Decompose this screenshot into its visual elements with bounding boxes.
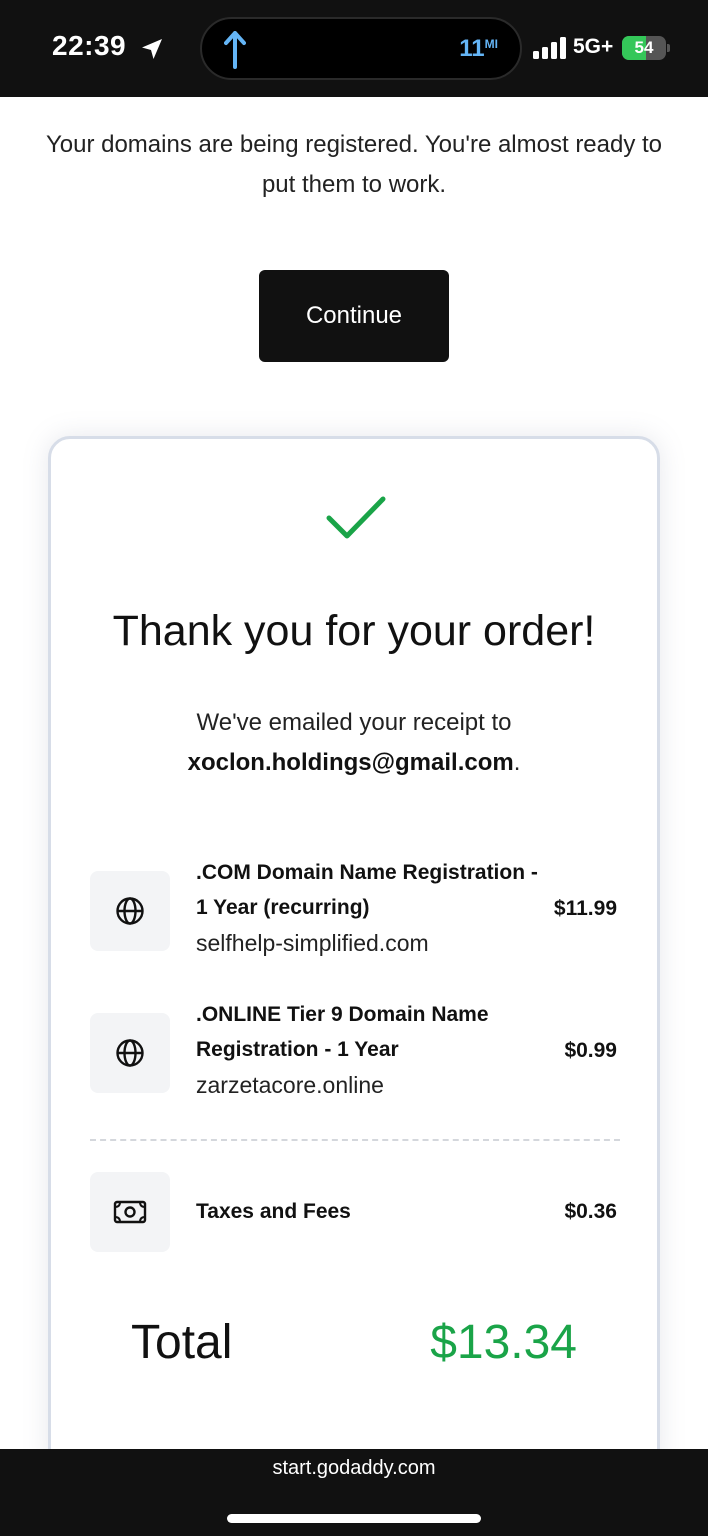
checkmark-icon bbox=[326, 496, 386, 539]
line-item-domain: selfhelp-simplified.com bbox=[196, 930, 429, 956]
thank-you-heading: Thank you for your order! bbox=[112, 607, 596, 655]
line-item-domain: zarzetacore.online bbox=[196, 1072, 384, 1098]
line-item-title: .ONLINE Tier 9 Domain Name Registration … bbox=[196, 997, 576, 1067]
battery-cap bbox=[667, 44, 670, 52]
network-type: 5G+ bbox=[573, 35, 614, 58]
receipt-text: We've emailed your receipt to bbox=[196, 709, 512, 736]
line-item-icon-box bbox=[90, 1172, 170, 1252]
receipt-email-suffix: . bbox=[513, 749, 521, 776]
continue-button[interactable]: Continue bbox=[259, 270, 449, 362]
battery-body: 54 bbox=[622, 36, 666, 60]
line-item-title-line2: Registration - 1 Year bbox=[196, 1038, 399, 1061]
taxes-fees-label: Taxes and Fees bbox=[196, 1200, 351, 1223]
line-item-icon-box bbox=[90, 871, 170, 951]
line-item-title-line2: 1 Year (recurring) bbox=[196, 896, 370, 919]
home-indicator[interactable] bbox=[227, 1514, 481, 1523]
dashed-divider bbox=[90, 1139, 620, 1141]
line-item-title-line1: .ONLINE Tier 9 Domain Name bbox=[196, 1003, 489, 1026]
taxes-fees-price: $0.36 bbox=[564, 1200, 617, 1223]
globe-icon bbox=[116, 897, 144, 925]
dynamic-island[interactable]: 11MI bbox=[200, 17, 522, 80]
receipt-email: xoclon.holdings@gmail.com bbox=[187, 749, 514, 776]
navigation-up-arrow-icon bbox=[224, 31, 246, 69]
location-arrow-icon bbox=[142, 39, 162, 59]
line-item-title: .COM Domain Name Registration - 1 Year (… bbox=[196, 855, 576, 925]
receipt-notice: We've emailed your receipt to xoclon.hol… bbox=[51, 703, 657, 783]
line-item-title-line1: .COM Domain Name Registration - bbox=[196, 861, 538, 884]
globe-icon bbox=[116, 1039, 144, 1067]
registration-message-line1: Your domains are being registered. You'r… bbox=[45, 131, 663, 158]
browser-bottom-bar: start.godaddy.com bbox=[0, 1449, 708, 1536]
line-item-price: $11.99 bbox=[553, 897, 617, 920]
receipt-email-line: xoclon.holdings@gmail.com. bbox=[51, 743, 657, 783]
status-bar: 22:39 11MI 5G+ 54 bbox=[0, 0, 708, 97]
line-item-icon-box bbox=[90, 1013, 170, 1093]
cash-icon bbox=[113, 1200, 147, 1224]
battery-charging-icon: 54 bbox=[622, 36, 670, 60]
navigation-distance: 11MI bbox=[459, 35, 498, 63]
battery-level: 54 bbox=[634, 38, 654, 57]
registration-message: Your domains are being registered. You'r… bbox=[0, 125, 708, 205]
distance-unit: MI bbox=[484, 37, 498, 51]
status-time: 22:39 bbox=[52, 30, 127, 61]
distance-value: 11 bbox=[459, 35, 485, 62]
registration-message-line2: put them to work. bbox=[261, 171, 447, 198]
total-value: $13.34 bbox=[430, 1316, 577, 1369]
order-confirmation-card: Thank you for your order! We've emailed … bbox=[48, 436, 660, 1476]
signal-bars-icon bbox=[533, 37, 566, 59]
line-item-price: $0.99 bbox=[564, 1039, 617, 1062]
browser-url[interactable]: start.godaddy.com bbox=[0, 1457, 708, 1480]
total-label: Total bbox=[131, 1316, 233, 1369]
